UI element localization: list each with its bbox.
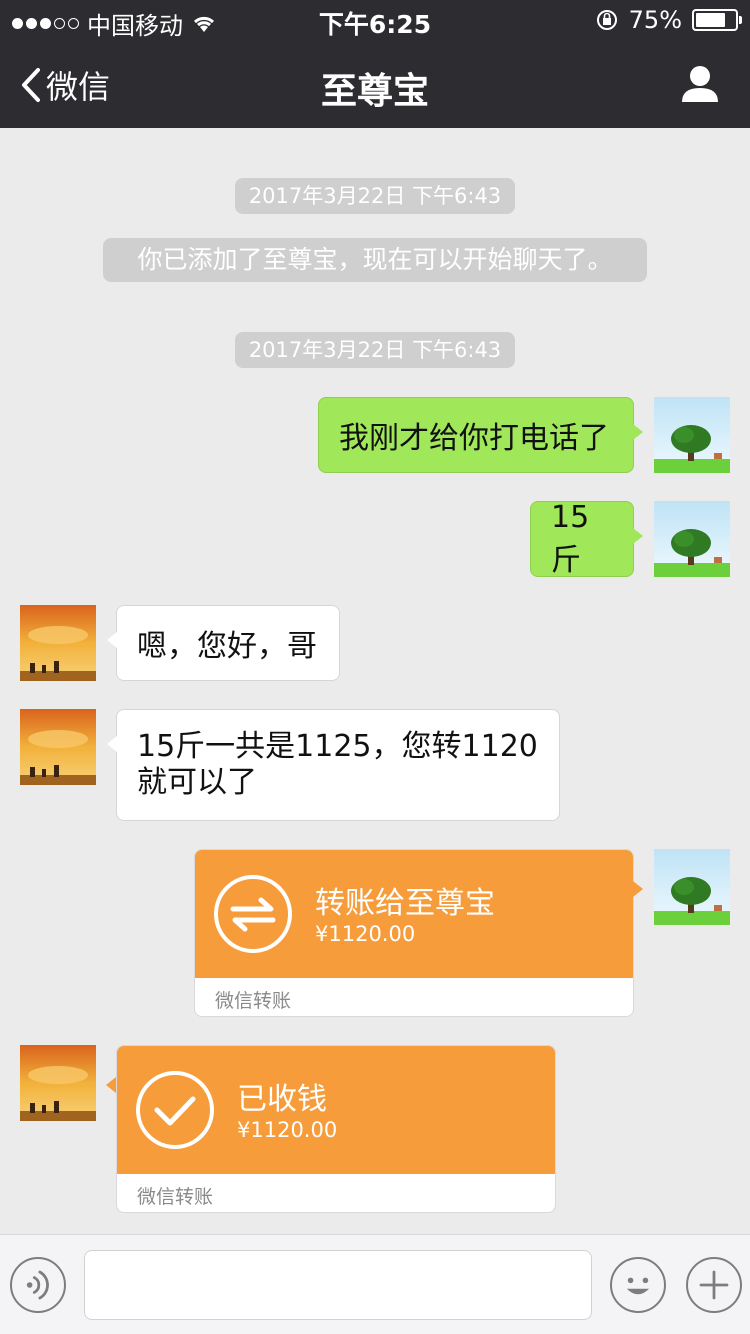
message-text: 15斤一共是1125，您转1120就可以了 [137,729,538,800]
my-avatar[interactable] [654,501,730,577]
bubble-tail [633,881,643,897]
my-message-bubble[interactable]: 我刚才给你打电话了 [318,397,643,473]
top-bar: 中国移动 下午6:25 75% 微信 至尊宝 [0,0,750,128]
my-avatar[interactable] [654,849,730,925]
contact-message-bubble[interactable]: 嗯，您好，哥 [107,605,340,681]
transfer-arrows-icon [214,875,292,953]
tree-avatar-image [654,849,730,925]
plus-icon[interactable] [686,1257,742,1313]
contact-avatar[interactable] [20,709,96,785]
transfer-title: 已收钱 [237,1082,327,1117]
checkmark-icon [136,1071,214,1149]
my-message-bubble[interactable]: 15斤 [530,500,643,578]
profile-icon[interactable] [680,64,720,104]
chat-title: 至尊宝 [320,71,429,112]
transfer-sent-card[interactable]: 转账给至尊宝 ¥1120.00 微信转账 [194,849,634,1017]
transfer-received-card[interactable]: 已收钱 ¥1120.00 微信转账 [116,1045,556,1213]
timestamp: 2017年3月22日 下午6:43 [235,332,515,368]
tree-avatar-image [654,501,730,577]
contact-avatar[interactable] [20,1045,96,1121]
lock-rotation-icon [596,10,617,30]
transfer-footer: 微信转账 [137,1186,214,1208]
system-message: 你已添加了至尊宝，现在可以开始聊天了。 [103,238,647,282]
transfer-title: 转账给至尊宝 [315,886,495,921]
contact-avatar[interactable] [20,605,96,681]
sunset-avatar-image [20,605,96,681]
tree-avatar-image [654,397,730,473]
input-bar [0,1234,750,1334]
transfer-amount: ¥1120.00 [315,922,416,946]
battery-icon [692,9,742,31]
sunset-avatar-image [20,709,96,785]
transfer-footer: 微信转账 [215,990,292,1012]
message-input[interactable] [84,1250,592,1320]
my-avatar[interactable] [654,397,730,473]
contact-message-bubble[interactable]: 15斤一共是1125，您转1120就可以了 [107,709,560,821]
timestamp: 2017年3月22日 下午6:43 [235,178,515,214]
battery-percent: 75% [628,6,682,34]
voice-icon[interactable] [10,1257,66,1313]
emoji-icon[interactable] [610,1257,666,1313]
sunset-avatar-image [20,1045,96,1121]
transfer-amount: ¥1120.00 [237,1118,338,1142]
chat-area[interactable]: 2017年3月22日 下午6:43 你已添加了至尊宝，现在可以开始聊天了。 20… [0,128,750,1234]
bubble-tail [106,1077,116,1093]
navigation-bar: 微信 至尊宝 [0,40,750,128]
status-bar: 中国移动 下午6:25 75% [0,0,750,40]
